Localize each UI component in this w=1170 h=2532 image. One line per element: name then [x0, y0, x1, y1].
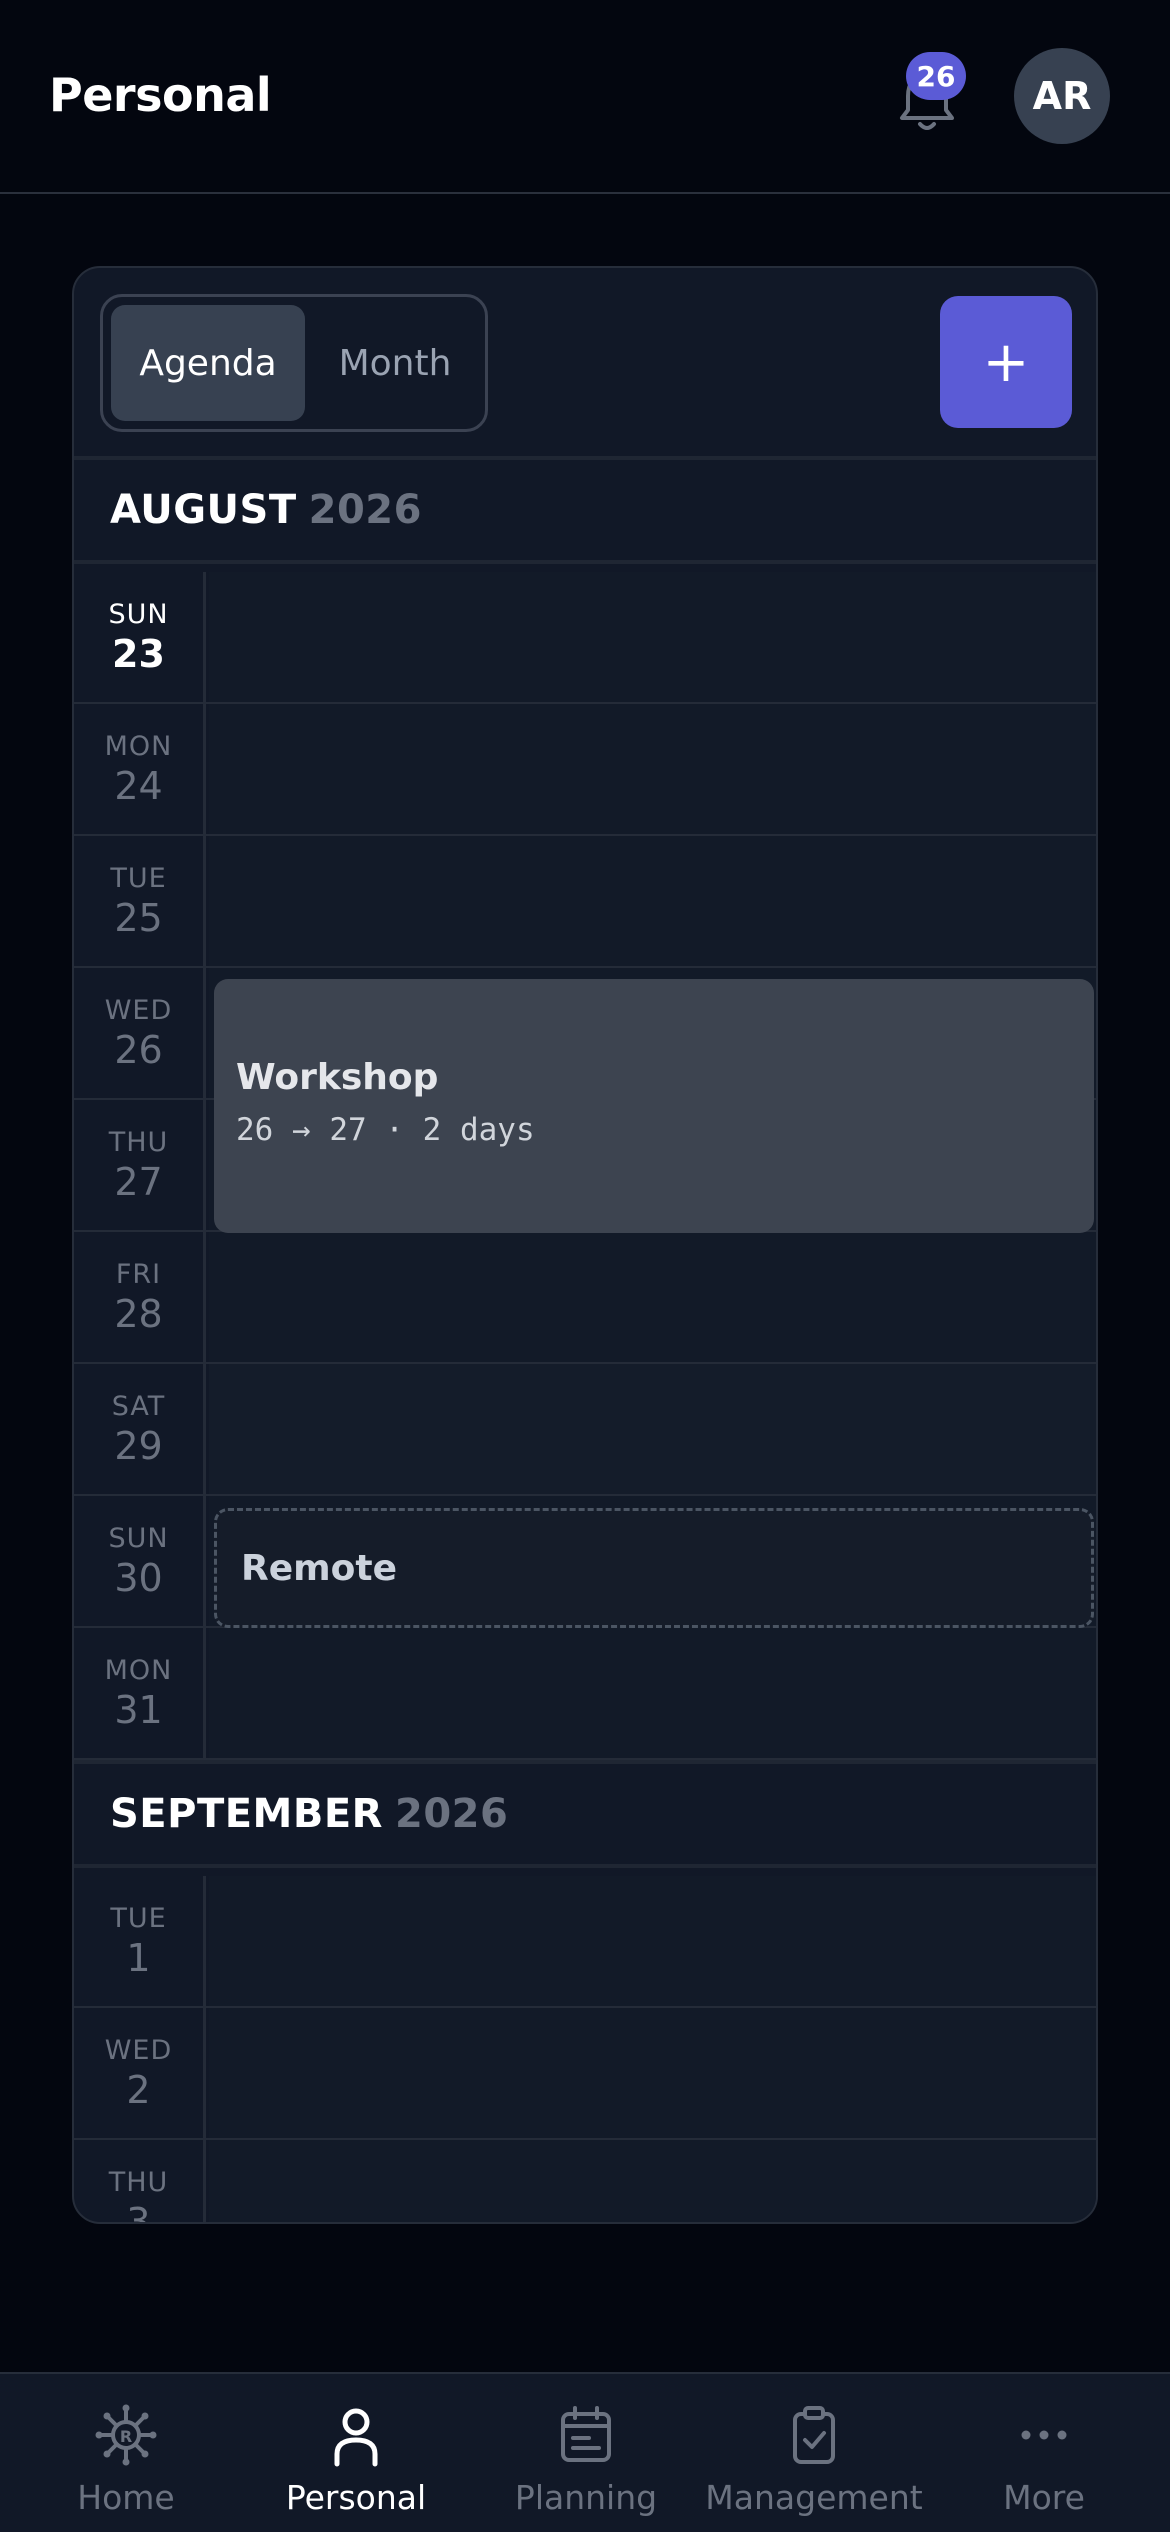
day-of-week: TUE [110, 862, 167, 894]
day-label: THU 3 [74, 2140, 206, 2224]
tab-agenda[interactable]: Agenda [111, 305, 305, 421]
day-number: 27 [114, 1159, 163, 1204]
nav-personal[interactable]: Personal [266, 2374, 446, 2532]
event-title: Workshop [236, 1057, 439, 1098]
day-slot[interactable] [209, 704, 1096, 834]
day-number: 1 [126, 1935, 151, 1980]
day-label: SUN 30 [74, 1496, 206, 1626]
user-icon [334, 2408, 378, 2467]
month-year: 2026 [394, 1791, 509, 1837]
day-slot[interactable] [209, 2008, 1096, 2138]
day-of-week: WED [104, 2034, 173, 2066]
day-number: 31 [114, 1687, 163, 1732]
day-of-week: THU [108, 1126, 169, 1158]
day-number: 3 [126, 2199, 151, 2224]
day-label: TUE 1 [74, 1876, 206, 2006]
day-row[interactable]: WED 2 [74, 2008, 1096, 2140]
svg-text:R: R [120, 2427, 132, 2446]
day-number: 29 [114, 1423, 163, 1468]
tab-month[interactable]: Month [313, 305, 477, 421]
top-bar: Personal 26 AR [0, 0, 1170, 194]
day-number: 26 [114, 1027, 163, 1072]
home-logo-icon: R [95, 2404, 157, 2466]
day-of-week: SAT [111, 1390, 166, 1422]
month-header: AUGUST 2026 [74, 456, 1096, 564]
bottom-nav: R Home Personal Planning Management More [0, 2372, 1170, 2532]
day-row[interactable]: FRI 28 [74, 1232, 1096, 1364]
day-of-week: MON [104, 730, 173, 762]
day-label: WED 2 [74, 2008, 206, 2138]
day-row[interactable]: MON 24 [74, 704, 1096, 836]
day-number: 2 [126, 2067, 151, 2112]
avatar[interactable]: AR [1014, 48, 1110, 144]
day-row[interactable]: TUE 25 [74, 836, 1096, 968]
nav-home[interactable]: R Home [36, 2374, 216, 2532]
page-title: Personal [49, 68, 272, 122]
nav-label: Personal [285, 2478, 427, 2517]
day-row[interactable]: TUE 1 [74, 1876, 1096, 2008]
day-label: TUE 25 [74, 836, 206, 966]
day-slot[interactable] [209, 1232, 1096, 1362]
month-name: SEPTEMBER [110, 1791, 383, 1837]
event-workshop[interactable]: Workshop 26 → 27 · 2 days [214, 979, 1094, 1233]
view-switcher: Agenda Month [100, 294, 488, 432]
day-slot[interactable] [209, 1876, 1096, 2006]
event-range: 26 → 27 · 2 days [236, 1112, 535, 1148]
day-label: MON 24 [74, 704, 206, 834]
nav-management[interactable]: Management [704, 2374, 924, 2532]
day-row[interactable]: MON 31 [74, 1628, 1096, 1760]
nav-more[interactable]: More [954, 2374, 1134, 2532]
day-number: 30 [114, 1555, 163, 1600]
notifications-button[interactable]: 26 [892, 52, 992, 142]
nav-label: Planning [514, 2478, 658, 2517]
month-year: 2026 [308, 487, 422, 533]
day-slot[interactable] [209, 2140, 1096, 2222]
more-dots-icon [1021, 2430, 1067, 2440]
day-of-week: TUE [110, 1902, 167, 1934]
day-row[interactable]: THU 3 [74, 2140, 1096, 2224]
day-of-week: WED [104, 994, 173, 1026]
day-label: SUN 23 [74, 572, 206, 702]
calendar-icon [561, 2406, 611, 2462]
day-number: 24 [114, 763, 163, 808]
day-row[interactable]: SAT 29 [74, 1364, 1096, 1496]
day-label: THU 27 [74, 1100, 206, 1230]
day-label: SAT 29 [74, 1364, 206, 1494]
day-of-week: MON [104, 1654, 173, 1686]
day-number: 25 [114, 895, 163, 940]
day-number: 28 [114, 1291, 163, 1336]
day-label: FRI 28 [74, 1232, 206, 1362]
view-toolbar: Agenda Month + [74, 268, 1096, 456]
day-of-week: SUN [108, 1522, 169, 1554]
notification-count-badge: 26 [906, 52, 966, 100]
add-event-button[interactable]: + [940, 296, 1072, 428]
day-slot[interactable] [209, 1364, 1096, 1494]
nav-label: Management [705, 2478, 923, 2517]
day-of-week: FRI [115, 1258, 162, 1290]
day-slot[interactable] [209, 836, 1096, 966]
day-of-week: THU [108, 2166, 169, 2198]
month-name: AUGUST [110, 487, 297, 533]
day-slot[interactable] [209, 572, 1096, 702]
clipboard-check-icon [793, 2406, 835, 2464]
day-slot[interactable] [209, 1628, 1096, 1758]
day-label: WED 26 [74, 968, 206, 1098]
day-label: MON 31 [74, 1628, 206, 1758]
nav-label: Home [77, 2478, 175, 2517]
month-header: SEPTEMBER 2026 [74, 1760, 1096, 1868]
agenda-card: Agenda Month + AUGUST 2026 SUN 23 MON 24… [72, 266, 1098, 2224]
nav-label: More [1003, 2478, 1085, 2517]
day-of-week: SUN [108, 598, 169, 630]
day-number: 23 [112, 631, 165, 676]
nav-planning[interactable]: Planning [496, 2374, 676, 2532]
day-row[interactable]: SUN 23 [74, 572, 1096, 704]
event-remote[interactable]: Remote [214, 1508, 1094, 1628]
